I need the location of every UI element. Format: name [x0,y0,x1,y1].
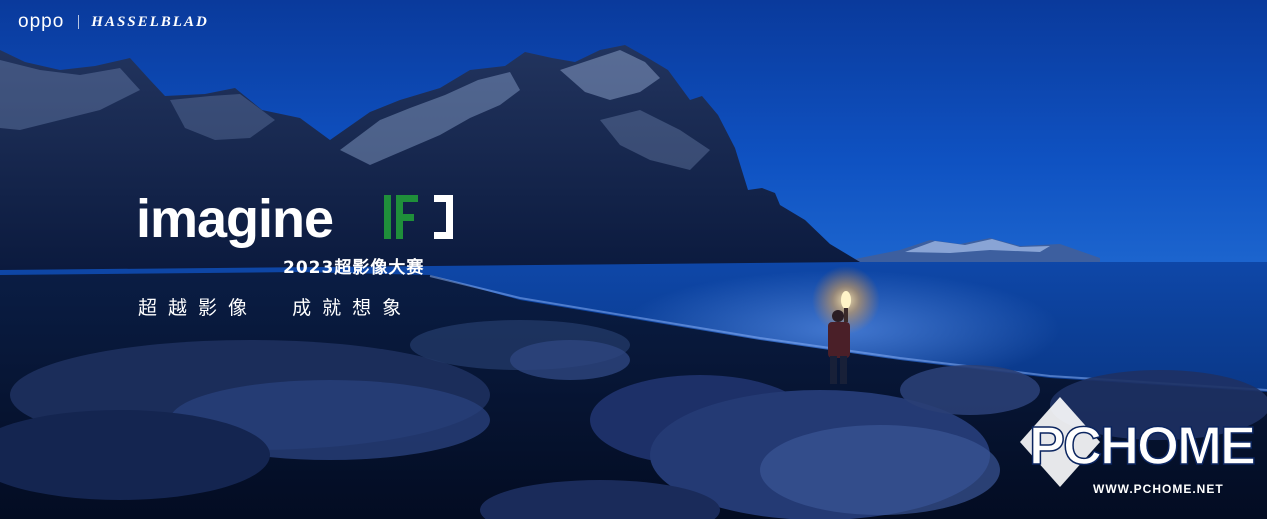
slogan: 超越影像 成就想象 [138,297,413,319]
hasselblad-logo: HASSELBLAD [91,13,209,30]
watermark-url: WWW.PCHOME.NET [1093,482,1224,496]
contest-title: 2023超影像大赛 [283,258,425,278]
photo-banner: oppo HASSELBLAD imagine 2023超影像大赛 超越影像 成… [0,0,1267,519]
imagine-wordmark: imagine [136,189,334,249]
watermark-logo-text: PCHOME [1029,416,1254,476]
oppo-logo: oppo [18,11,65,32]
if-logo-icon [384,195,453,239]
logo-divider [78,15,80,29]
brand-logos: oppo HASSELBLAD [18,10,209,34]
